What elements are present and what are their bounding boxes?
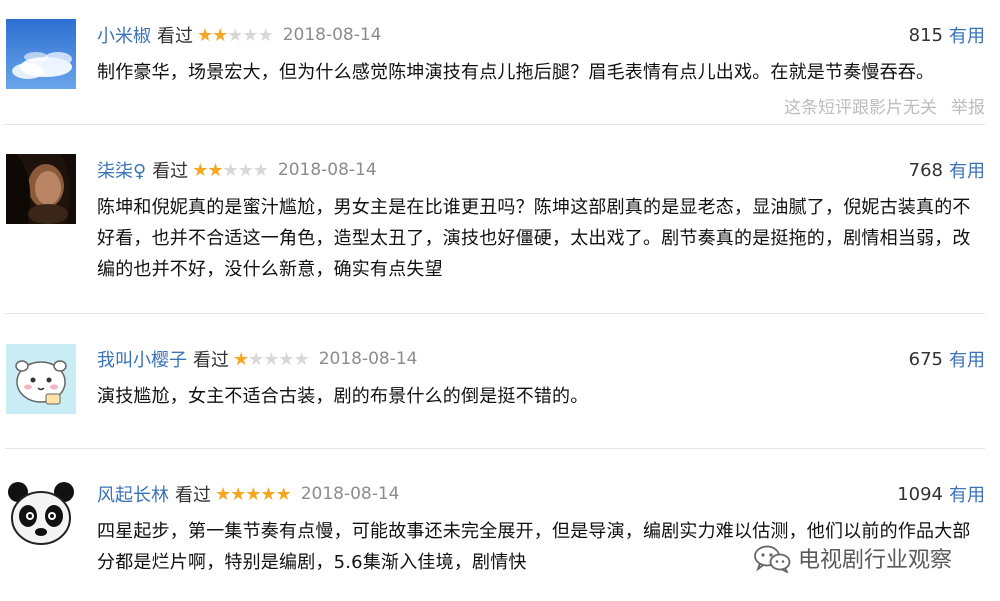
star-filled-icon: ★	[207, 159, 223, 181]
review-date: 2018-08-14	[277, 160, 377, 180]
useful-count: 675	[908, 348, 943, 370]
star-rating: ★★★★★	[192, 159, 269, 181]
star-filled-icon: ★	[275, 483, 292, 505]
report-link[interactable]: 举报	[951, 98, 985, 118]
irrelevant-report-link[interactable]: 这条短评跟影片无关	[784, 98, 937, 118]
star-rating: ★★★★★	[215, 483, 292, 505]
star-empty-icon: ★	[257, 24, 274, 46]
review-content: 制作豪华，场景宏大，但为什么感觉陈坤演技有点儿拖后腿？眉毛表情有点儿出戏。在就是…	[97, 62, 935, 83]
star-filled-icon: ★	[212, 24, 228, 46]
watermark: 电视剧行业观察	[752, 541, 952, 575]
star-filled-icon: ★	[230, 483, 246, 505]
review-header: 小米椒 看过 ★★★★★ 2018-08-14	[97, 21, 382, 49]
useful-count: 815	[908, 24, 943, 46]
star-empty-icon: ★	[237, 159, 254, 181]
star-filled-icon: ★	[197, 24, 213, 46]
user-avatar[interactable]	[6, 154, 76, 224]
useful-button[interactable]: 有用	[949, 346, 985, 372]
useful-button[interactable]: 有用	[949, 157, 985, 183]
useful-vote: 1094 有用	[897, 480, 985, 508]
useful-vote: 815 有用	[909, 21, 985, 49]
user-avatar[interactable]	[6, 19, 76, 89]
review-date: 2018-08-14	[282, 25, 382, 45]
user-avatar[interactable]	[6, 344, 76, 414]
star-rating: ★★★★★	[197, 24, 274, 46]
review-date: 2018-08-14	[300, 484, 400, 504]
star-filled-icon: ★	[245, 483, 261, 505]
star-filled-icon: ★	[192, 159, 208, 181]
star-filled-icon: ★	[260, 483, 276, 505]
user-avatar[interactable]	[6, 480, 76, 550]
star-empty-icon: ★	[227, 24, 243, 46]
useful-vote: 768 有用	[909, 156, 985, 184]
star-empty-icon: ★	[293, 348, 310, 370]
review-header: 风起长林 看过 ★★★★★ 2018-08-14	[97, 480, 400, 508]
useful-button[interactable]: 有用	[949, 22, 985, 48]
star-rating: ★★★★★	[233, 348, 310, 370]
star-empty-icon: ★	[263, 348, 279, 370]
wechat-icon	[754, 545, 791, 573]
divider	[5, 313, 985, 314]
review-content: 演技尴尬，女主不适合古装，剧的布景什么的倒是挺不错的。	[97, 386, 589, 407]
watched-label: 看过	[157, 26, 193, 47]
review-header: 柒柒♀ 看过 ★★★★★ 2018-08-14	[97, 156, 377, 184]
review-header: 我叫小樱子 看过 ★★★★★ 2018-08-14	[97, 345, 418, 373]
star-filled-icon: ★	[233, 348, 249, 370]
star-filled-icon: ★	[215, 483, 231, 505]
watched-label: 看过	[193, 350, 229, 371]
username-link[interactable]: 小米椒	[97, 22, 151, 48]
divider	[5, 124, 985, 125]
watched-label: 看过	[175, 485, 211, 506]
username-link[interactable]: 柒柒♀	[97, 157, 146, 183]
useful-count: 768	[908, 159, 943, 181]
review-date: 2018-08-14	[318, 349, 418, 369]
watched-label: 看过	[152, 161, 189, 182]
star-empty-icon: ★	[278, 348, 294, 370]
username-link[interactable]: 我叫小樱子	[97, 346, 187, 372]
star-empty-icon: ★	[248, 348, 264, 370]
divider	[5, 448, 985, 449]
star-empty-icon: ★	[242, 24, 258, 46]
review-content: 陈坤和倪妮真的是蜜汁尴尬，男女主是在比谁更丑吗？陈坤这部剧真的是显老态，显油腻了…	[97, 197, 971, 280]
useful-count: 1094	[897, 483, 943, 505]
review-actions: 这条短评跟影片无关 举报	[784, 93, 985, 118]
useful-vote: 675 有用	[909, 345, 985, 373]
watermark-text: 电视剧行业观察	[798, 548, 953, 573]
star-empty-icon: ★	[252, 159, 269, 181]
star-empty-icon: ★	[222, 159, 238, 181]
username-link[interactable]: 风起长林	[97, 481, 169, 507]
useful-button[interactable]: 有用	[949, 481, 985, 507]
